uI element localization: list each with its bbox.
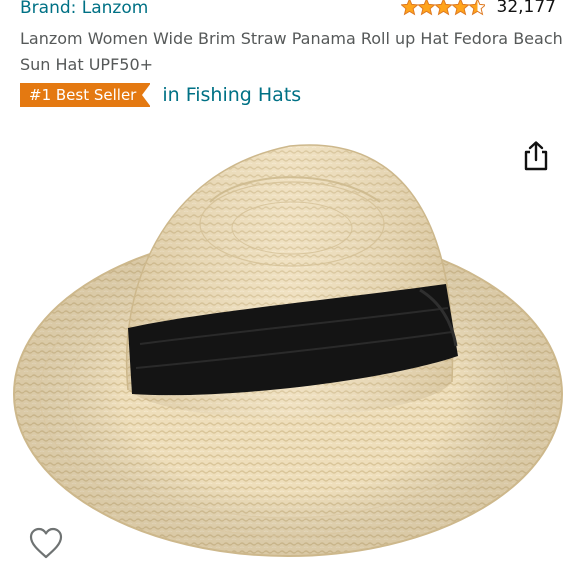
product-title: Lanzom Women Wide Brim Straw Panama Roll…	[20, 29, 563, 74]
rating-star	[450, 0, 470, 16]
rating-star	[467, 0, 485, 16]
heart-outline-icon	[29, 527, 63, 559]
rating-count[interactable]: 32,177	[497, 0, 556, 17]
rating-star	[416, 0, 436, 16]
share-button[interactable]	[521, 140, 551, 172]
product-image[interactable]	[0, 132, 580, 562]
brand-link[interactable]: Brand: Lanzom	[20, 0, 148, 18]
rating-star	[433, 0, 453, 16]
best-seller-badge[interactable]: #1 Best Seller	[20, 83, 152, 107]
star-rating-icon	[400, 0, 485, 16]
share-icon	[524, 141, 548, 171]
best-seller-category-link[interactable]: in Fishing Hats	[162, 84, 301, 106]
rating-summary[interactable]: 32,177	[400, 0, 556, 17]
best-seller-row[interactable]: #1 Best Seller in Fishing Hats	[20, 83, 301, 107]
rating-star	[400, 0, 419, 16]
wishlist-button[interactable]	[28, 526, 64, 560]
